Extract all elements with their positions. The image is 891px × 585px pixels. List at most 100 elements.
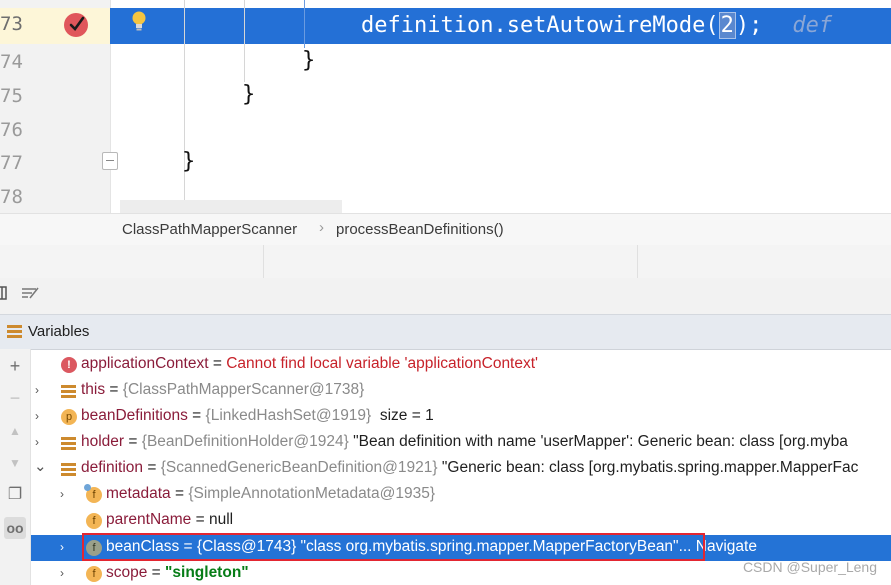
- code-text: definition.setAutowireMode(: [361, 13, 719, 38]
- var-ref: {ClassPathMapperScanner@1738}: [122, 381, 365, 398]
- fold-marker-icon[interactable]: [102, 152, 118, 170]
- var-extra: size = 1: [371, 407, 434, 424]
- pin-icon: [84, 484, 91, 491]
- tree-row[interactable]: › this = {ClassPathMapperScanner@1738}: [31, 378, 891, 404]
- breadcrumb-method[interactable]: processBeanDefinitions(): [336, 221, 504, 238]
- debug-tab-strip: [0, 245, 891, 279]
- code-line-exec[interactable]: definition.setAutowireMode(2); def: [361, 12, 832, 39]
- var-ref: {SimpleAnnotationMetadata@1935}: [188, 485, 436, 502]
- expand-arrow-icon[interactable]: ›: [35, 409, 47, 423]
- code-editor[interactable]: 73 74 75 76 77 78 definition.setAutowire…: [0, 0, 891, 213]
- var-name: applicationContext: [81, 355, 209, 372]
- row-text: this = {ClassPathMapperScanner@1738}: [81, 381, 364, 399]
- equals: =: [170, 485, 189, 502]
- equals: =: [208, 355, 227, 372]
- code-line[interactable]: }: [302, 48, 315, 73]
- code-line[interactable]: }: [182, 149, 195, 174]
- variables-side-toolbar: + − ▲ ▼ ❐ oo: [0, 349, 31, 585]
- var-name: holder: [81, 433, 125, 450]
- move-up-icon[interactable]: ▲: [4, 420, 26, 442]
- indent-guide: [304, 0, 305, 48]
- var-extra: null: [208, 511, 234, 528]
- row-text: parentName = null: [106, 511, 233, 529]
- breadcrumb: ClassPathMapperScanner › processBeanDefi…: [0, 213, 891, 247]
- tab-divider: [637, 245, 638, 278]
- var-ref: {BeanDefinitionHolder@1924}: [141, 433, 349, 450]
- var-extra: "Generic bean: class [org.mybatis.spring…: [437, 459, 859, 476]
- horizontal-scrollbar[interactable]: [120, 200, 342, 213]
- breadcrumb-class[interactable]: ClassPathMapperScanner: [122, 221, 297, 238]
- glasses-icon[interactable]: oo: [4, 517, 26, 539]
- expand-arrow-icon[interactable]: ›: [35, 435, 47, 449]
- var-name: this: [81, 381, 106, 398]
- tree-row[interactable]: ! applicationContext = Cannot find local…: [31, 352, 891, 378]
- tree-row[interactable]: f parentName = null: [31, 508, 891, 534]
- var-value: Cannot find local variable 'applicationC…: [226, 355, 539, 372]
- expand-arrow-icon[interactable]: ›: [60, 540, 72, 554]
- error-icon: !: [61, 357, 77, 373]
- var-string-value: "singleton": [165, 564, 249, 581]
- var-name: definition: [81, 459, 144, 476]
- param-icon: p: [61, 409, 77, 425]
- row-text: holder = {BeanDefinitionHolder@1924} "Be…: [81, 433, 848, 451]
- equals: =: [124, 433, 142, 450]
- line-number: 74: [0, 51, 23, 73]
- tree-row[interactable]: › holder = {BeanDefinitionHolder@1924} "…: [31, 430, 891, 456]
- code-text: );: [735, 13, 763, 38]
- var-extra: "Bean definition with name 'userMapper':…: [348, 433, 848, 450]
- copy-icon[interactable]: ❐: [4, 484, 26, 506]
- inline-value-hint: def: [792, 13, 833, 38]
- expand-arrow-icon[interactable]: ›: [60, 566, 72, 580]
- var-name: parentName: [106, 511, 192, 528]
- row-text: scope = "singleton": [106, 564, 249, 582]
- list-icon: [61, 437, 76, 450]
- equals: =: [143, 459, 161, 476]
- highlight-box: [82, 533, 705, 561]
- var-name: metadata: [106, 485, 171, 502]
- equals: =: [147, 564, 166, 581]
- line-number: 77: [0, 152, 23, 174]
- watermark: CSDN @Super_Leng: [742, 559, 877, 575]
- chevron-right-icon: ›: [319, 219, 324, 236]
- var-name: scope: [106, 564, 148, 581]
- equals: =: [191, 511, 209, 528]
- tree-row[interactable]: › p beanDefinitions = {LinkedHashSet@191…: [31, 404, 891, 430]
- tree-row[interactable]: ⌄ definition = {ScannedGenericBeanDefini…: [31, 456, 891, 482]
- row-text: metadata = {SimpleAnnotationMetadata@193…: [106, 485, 435, 503]
- line-number: 75: [0, 85, 23, 107]
- var-name: beanDefinitions: [81, 407, 188, 424]
- line-number: 73: [0, 13, 23, 35]
- lightbulb-icon[interactable]: [130, 10, 148, 32]
- frames-layout-icon[interactable]: [0, 286, 10, 300]
- list-icon: [61, 385, 76, 398]
- variables-icon: [7, 325, 22, 338]
- panel-title: Variables: [28, 323, 90, 340]
- indent-guide: [184, 0, 185, 213]
- chevron-down-icon[interactable]: ⌄: [34, 457, 47, 475]
- caret-selection: 2: [718, 12, 736, 39]
- field-icon: f: [86, 566, 102, 582]
- indent-guide: [244, 0, 245, 82]
- equals: =: [105, 381, 123, 398]
- plus-icon[interactable]: +: [4, 355, 26, 377]
- variables-panel-header: Variables: [0, 314, 891, 350]
- var-ref: {ScannedGenericBeanDefinition@1921}: [160, 459, 438, 476]
- move-down-icon[interactable]: ▼: [4, 452, 26, 474]
- tree-row[interactable]: › f metadata = {SimpleAnnotationMetadata…: [31, 482, 891, 508]
- row-text: beanDefinitions = {LinkedHashSet@1919} s…: [81, 407, 434, 425]
- minus-icon[interactable]: −: [4, 387, 26, 409]
- tab-divider: [263, 245, 264, 278]
- list-icon: [61, 463, 76, 476]
- debug-toolbar: [0, 278, 891, 314]
- row-text: definition = {ScannedGenericBeanDefiniti…: [81, 459, 858, 477]
- breakpoint-icon[interactable]: [64, 13, 88, 37]
- equals: =: [187, 407, 206, 424]
- line-number: 78: [0, 186, 23, 208]
- expand-arrow-icon[interactable]: ›: [35, 383, 47, 397]
- expand-arrow-icon[interactable]: ›: [60, 487, 72, 501]
- field-icon: f: [86, 513, 102, 529]
- code-line[interactable]: }: [242, 82, 255, 107]
- var-ref: {LinkedHashSet@1919}: [205, 407, 372, 424]
- row-text: applicationContext = Cannot find local v…: [81, 355, 538, 373]
- filter-icon[interactable]: [22, 286, 40, 300]
